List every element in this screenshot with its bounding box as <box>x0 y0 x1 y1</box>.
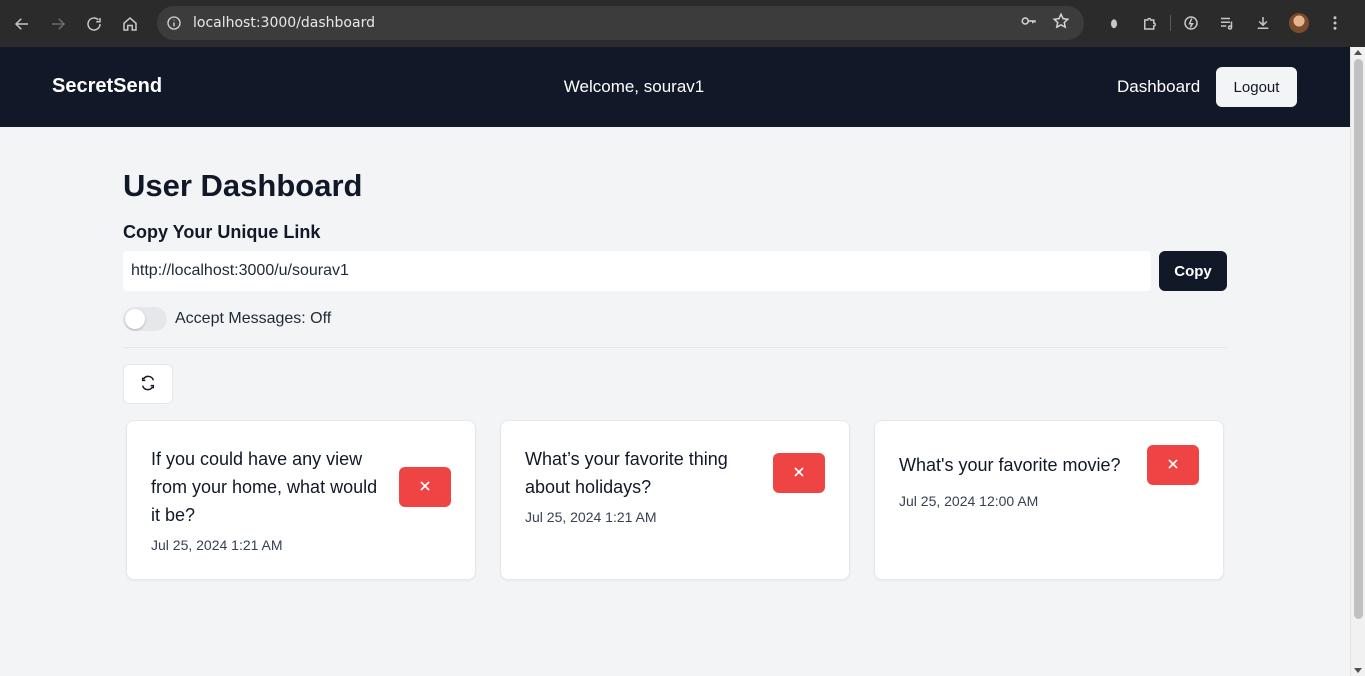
puzzle-icon[interactable] <box>1132 6 1168 40</box>
message-text: What’s your favorite thing about holiday… <box>525 449 728 497</box>
refresh-icon <box>140 375 156 394</box>
message-card: What's your favorite movie? Jul 25, 2024… <box>874 420 1224 580</box>
message-date: Jul 25, 2024 1:21 AM <box>151 537 283 553</box>
message-card: What’s your favorite thing about holiday… <box>500 420 850 580</box>
delete-message-button[interactable] <box>1147 445 1199 485</box>
copy-button[interactable]: Copy <box>1159 251 1227 291</box>
nav-link-dashboard[interactable]: Dashboard <box>1117 77 1200 97</box>
unique-link-input[interactable] <box>123 251 1151 291</box>
scroll-up-arrow-icon[interactable] <box>1354 50 1362 55</box>
forward-icon[interactable] <box>40 6 76 42</box>
scroll-thumb[interactable] <box>1354 59 1363 619</box>
extension-icon[interactable] <box>1096 6 1132 40</box>
refresh-messages-button[interactable] <box>123 364 173 404</box>
performance-icon[interactable] <box>1173 6 1209 40</box>
accept-messages-label: Accept Messages: Off <box>175 310 332 327</box>
accept-messages-switch[interactable] <box>123 307 167 331</box>
message-card: If you could have any view from your hom… <box>126 420 476 580</box>
download-icon[interactable] <box>1245 6 1281 40</box>
toolbar-divider <box>1170 15 1171 31</box>
back-icon[interactable] <box>4 6 40 42</box>
message-text: If you could have any view from your hom… <box>151 449 378 525</box>
profile-avatar[interactable] <box>1281 6 1317 40</box>
password-key-icon[interactable] <box>1020 12 1038 35</box>
site-info-icon[interactable] <box>165 14 183 32</box>
app-navbar: SecretSend Welcome, sourav1 Dashboard Lo… <box>0 47 1350 127</box>
menu-icon[interactable] <box>1317 6 1353 40</box>
unique-link-heading: Copy Your Unique Link <box>123 222 321 242</box>
delete-message-button[interactable] <box>399 467 451 507</box>
scroll-down-arrow-icon[interactable] <box>1354 668 1362 673</box>
page-title: User Dashboard <box>123 168 363 203</box>
switch-knob <box>125 309 145 329</box>
home-icon[interactable] <box>112 6 148 42</box>
close-icon <box>791 464 807 483</box>
separator <box>123 347 1227 348</box>
address-url[interactable]: localhost:3000/dashboard <box>193 15 375 31</box>
message-text: What's your favorite movie? <box>899 455 1121 475</box>
close-icon <box>417 478 433 497</box>
message-date: Jul 25, 2024 12:00 AM <box>899 493 1039 509</box>
browser-toolbar: localhost:3000/dashboard <box>0 0 1365 47</box>
bookmark-star-icon[interactable] <box>1052 12 1070 35</box>
delete-message-button[interactable] <box>773 453 825 493</box>
address-bar[interactable]: localhost:3000/dashboard <box>157 6 1084 40</box>
reload-icon[interactable] <box>76 6 112 42</box>
page-scrollbar[interactable] <box>1350 47 1365 676</box>
welcome-text: Welcome, sourav1 <box>563 77 705 96</box>
close-icon <box>1165 456 1181 475</box>
logout-button[interactable]: Logout <box>1216 67 1297 107</box>
media-icon[interactable] <box>1209 6 1245 40</box>
message-date: Jul 25, 2024 1:21 AM <box>525 509 657 525</box>
